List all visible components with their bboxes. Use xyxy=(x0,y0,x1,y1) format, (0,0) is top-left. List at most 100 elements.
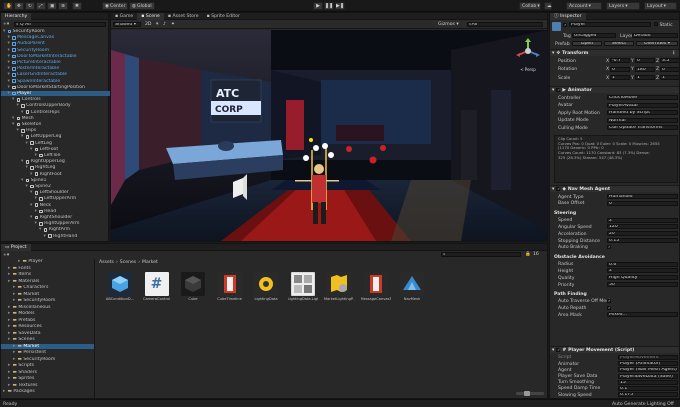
gizmos-dropdown[interactable]: Gizmos ▾ xyxy=(438,22,459,27)
thumbnail-size-slider[interactable] xyxy=(516,391,544,396)
pause-button[interactable]: ❚❚ xyxy=(324,2,334,10)
expand-arrow-icon[interactable]: ▸ xyxy=(13,285,16,290)
expand-arrow-icon[interactable]: ▾ xyxy=(12,116,15,121)
tab-hierarchy[interactable]: Hierarchy xyxy=(1,13,32,20)
active-checkbox[interactable]: ✓ xyxy=(563,23,567,27)
account-dropdown[interactable]: Account ▾ xyxy=(566,2,602,10)
animator-field[interactable]: Normal xyxy=(607,117,678,123)
static-toggle[interactable]: Static xyxy=(654,22,678,28)
breadcrumb-item[interactable]: Scenes xyxy=(120,260,136,266)
expand-arrow-icon[interactable]: ▸ xyxy=(8,370,11,375)
expand-arrow-icon[interactable]: ▾ xyxy=(8,60,11,65)
rect-tool-button[interactable]: ▣ xyxy=(47,2,57,10)
object-name-field[interactable]: Player xyxy=(569,22,651,27)
tag-dropdown[interactable]: Untagged xyxy=(572,33,616,38)
navmesh-enabled-checkbox[interactable]: ✓ xyxy=(556,187,561,191)
hierarchy-item[interactable]: ▾ RightUpperLeg xyxy=(1,159,110,164)
expand-arrow-icon[interactable]: ▾ xyxy=(39,227,42,232)
expand-arrow-icon[interactable]: ▸ xyxy=(13,344,16,349)
expand-arrow-icon[interactable]: ▾ xyxy=(12,122,15,127)
expand-arrow-icon[interactable]: ▾ xyxy=(26,184,29,189)
asset-item[interactable]: LightingData.Lighting xyxy=(288,272,318,301)
position-x-field[interactable]: -0.7 xyxy=(610,58,630,63)
shading-mode-dropdown[interactable]: Shaded ▾ xyxy=(113,22,141,27)
layers-dropdown[interactable]: Layers ▾ xyxy=(606,2,640,10)
layer-dropdown[interactable]: Default xyxy=(632,33,678,38)
project-folder-item[interactable]: ▸ ▬ Scripts xyxy=(1,363,94,368)
project-folder-item[interactable]: ▸ ▬ Items xyxy=(1,272,94,277)
cloud-button[interactable]: ☁ xyxy=(544,2,552,10)
expand-arrow-icon[interactable]: ▾ xyxy=(21,110,24,115)
expand-arrow-icon[interactable]: ▸ xyxy=(8,266,11,271)
rotate-tool-button[interactable]: ↻ xyxy=(25,2,35,10)
expand-arrow-icon[interactable]: ▾ xyxy=(8,66,11,71)
hierarchy-item[interactable]: ▾ LeftLeg xyxy=(1,141,110,146)
hierarchy-item[interactable]: ▾ RightHand xyxy=(1,234,110,239)
hierarchy-item[interactable]: ▾ Skeleton xyxy=(1,122,110,127)
hierarchy-item[interactable]: ▾ LeftUpperLeg xyxy=(1,134,110,139)
prefab-overrides-button[interactable]: Overrides ▾ xyxy=(636,41,678,46)
expand-arrow-icon[interactable]: ▸ xyxy=(8,279,11,284)
hierarchy-item[interactable]: ▾ RightArm xyxy=(1,227,110,232)
transform-tool-button[interactable]: ⊕ xyxy=(58,2,68,10)
tab-asset-store[interactable]: ▪ Asset Store xyxy=(164,13,203,20)
scene-search-input[interactable]: ⌕All xyxy=(467,22,543,27)
audio-toggle-icon[interactable]: ♪ xyxy=(163,22,166,27)
animator-field[interactable]: Cull Update Transforms xyxy=(607,125,678,130)
hierarchy-item[interactable]: ▾ AudioParent xyxy=(1,41,110,46)
expand-arrow-icon[interactable]: ▾ xyxy=(21,134,24,139)
project-folder-item[interactable]: ▸ ▬ Scenes xyxy=(1,337,94,342)
expand-arrow-icon[interactable]: ▸ xyxy=(8,331,11,336)
asset-item[interactable]: # CameraControl xyxy=(142,272,172,301)
movement-field[interactable]: PlayerMovement xyxy=(618,355,678,360)
hierarchy-item[interactable]: ▾ LeftToe xyxy=(1,153,110,158)
hierarchy-item[interactable]: ▾ SpawnInteractable xyxy=(1,79,110,84)
hierarchy-item[interactable]: ▾ RightFoot xyxy=(1,172,110,177)
hierarchy-item[interactable]: ▾ Mesh xyxy=(1,116,110,121)
asset-item[interactable]: CubeTimeline xyxy=(215,272,245,301)
project-search-input[interactable]: ⌕ xyxy=(441,252,521,257)
hierarchy-item[interactable]: ▾ Spine2 xyxy=(1,184,110,189)
global-local-button[interactable]: ◍ Global xyxy=(129,2,155,10)
expand-arrow-icon[interactable]: ▾ xyxy=(8,48,11,53)
rotation-z-field[interactable]: 0 xyxy=(660,66,679,72)
expand-arrow-icon[interactable]: ▸ xyxy=(8,337,11,342)
hierarchy-item[interactable]: ▾ Neck xyxy=(1,203,110,208)
move-tool-button[interactable]: ✥ xyxy=(14,2,24,10)
project-folder-item[interactable]: ▸ ▬ Textures xyxy=(1,383,94,388)
breadcrumb-item[interactable]: Assets xyxy=(99,260,114,266)
hierarchy-item[interactable]: ▾ LeftFoot xyxy=(1,147,110,152)
navmesh-field[interactable]: 20 xyxy=(607,231,678,237)
tab-game[interactable]: ▪ Game xyxy=(111,13,137,20)
project-folder-item[interactable]: ▸ ▬ Characters xyxy=(1,285,94,290)
rotation-y-field[interactable]: 180 xyxy=(635,66,655,72)
expand-arrow-icon[interactable]: ▸ xyxy=(8,305,11,310)
tab-sprite-editor[interactable]: ▪ Sprite Editor xyxy=(203,13,244,20)
hierarchy-item[interactable]: ▾ PictureInteractable xyxy=(1,60,110,65)
project-folder-item[interactable]: ▸ ▬ SecurityRoom xyxy=(1,298,94,303)
hierarchy-item[interactable]: ▾ MessageCanvas xyxy=(1,35,110,40)
custom-tool-button[interactable]: ✱ xyxy=(72,2,82,10)
expand-arrow-icon[interactable]: ▾ xyxy=(30,190,33,195)
2d-toggle[interactable]: 2D xyxy=(145,22,151,27)
expand-arrow-icon[interactable]: ▾ xyxy=(8,41,11,46)
persp-label[interactable]: < Persp xyxy=(513,67,543,72)
pivot-center-button[interactable]: ◉ Center xyxy=(102,2,128,10)
effects-toggle-icon[interactable]: ✦ xyxy=(171,22,175,27)
project-folder-item[interactable]: ▸ ▬ Market xyxy=(1,292,94,297)
hand-tool-button[interactable]: ✋ xyxy=(3,2,13,10)
expand-arrow-icon[interactable]: ▸ xyxy=(8,363,11,368)
expand-arrow-icon[interactable]: ▾ xyxy=(26,141,29,146)
expand-arrow-icon[interactable]: ▸ xyxy=(13,357,16,362)
project-folder-item[interactable]: ▸ ▬ Sprites xyxy=(1,376,94,381)
navmesh-field[interactable]: Humanoid xyxy=(607,194,678,199)
project-folder-item[interactable]: ▸ ▬ SaveData xyxy=(1,331,94,336)
hierarchy-item[interactable]: ▾ Hips xyxy=(1,128,110,133)
scale-z-field[interactable]: 1 xyxy=(660,75,679,80)
expand-arrow-icon[interactable]: ▾ xyxy=(30,215,33,220)
navmesh-checkbox[interactable]: ✓ xyxy=(607,299,611,304)
hierarchy-item[interactable]: ▾ RightLeg xyxy=(1,165,110,170)
scene-viewport[interactable]: ATC CORP xyxy=(111,30,547,241)
hierarchy-item[interactable]: ▾ RightUpperArm xyxy=(1,221,110,226)
scale-tool-button[interactable]: ⤢ xyxy=(36,2,46,10)
